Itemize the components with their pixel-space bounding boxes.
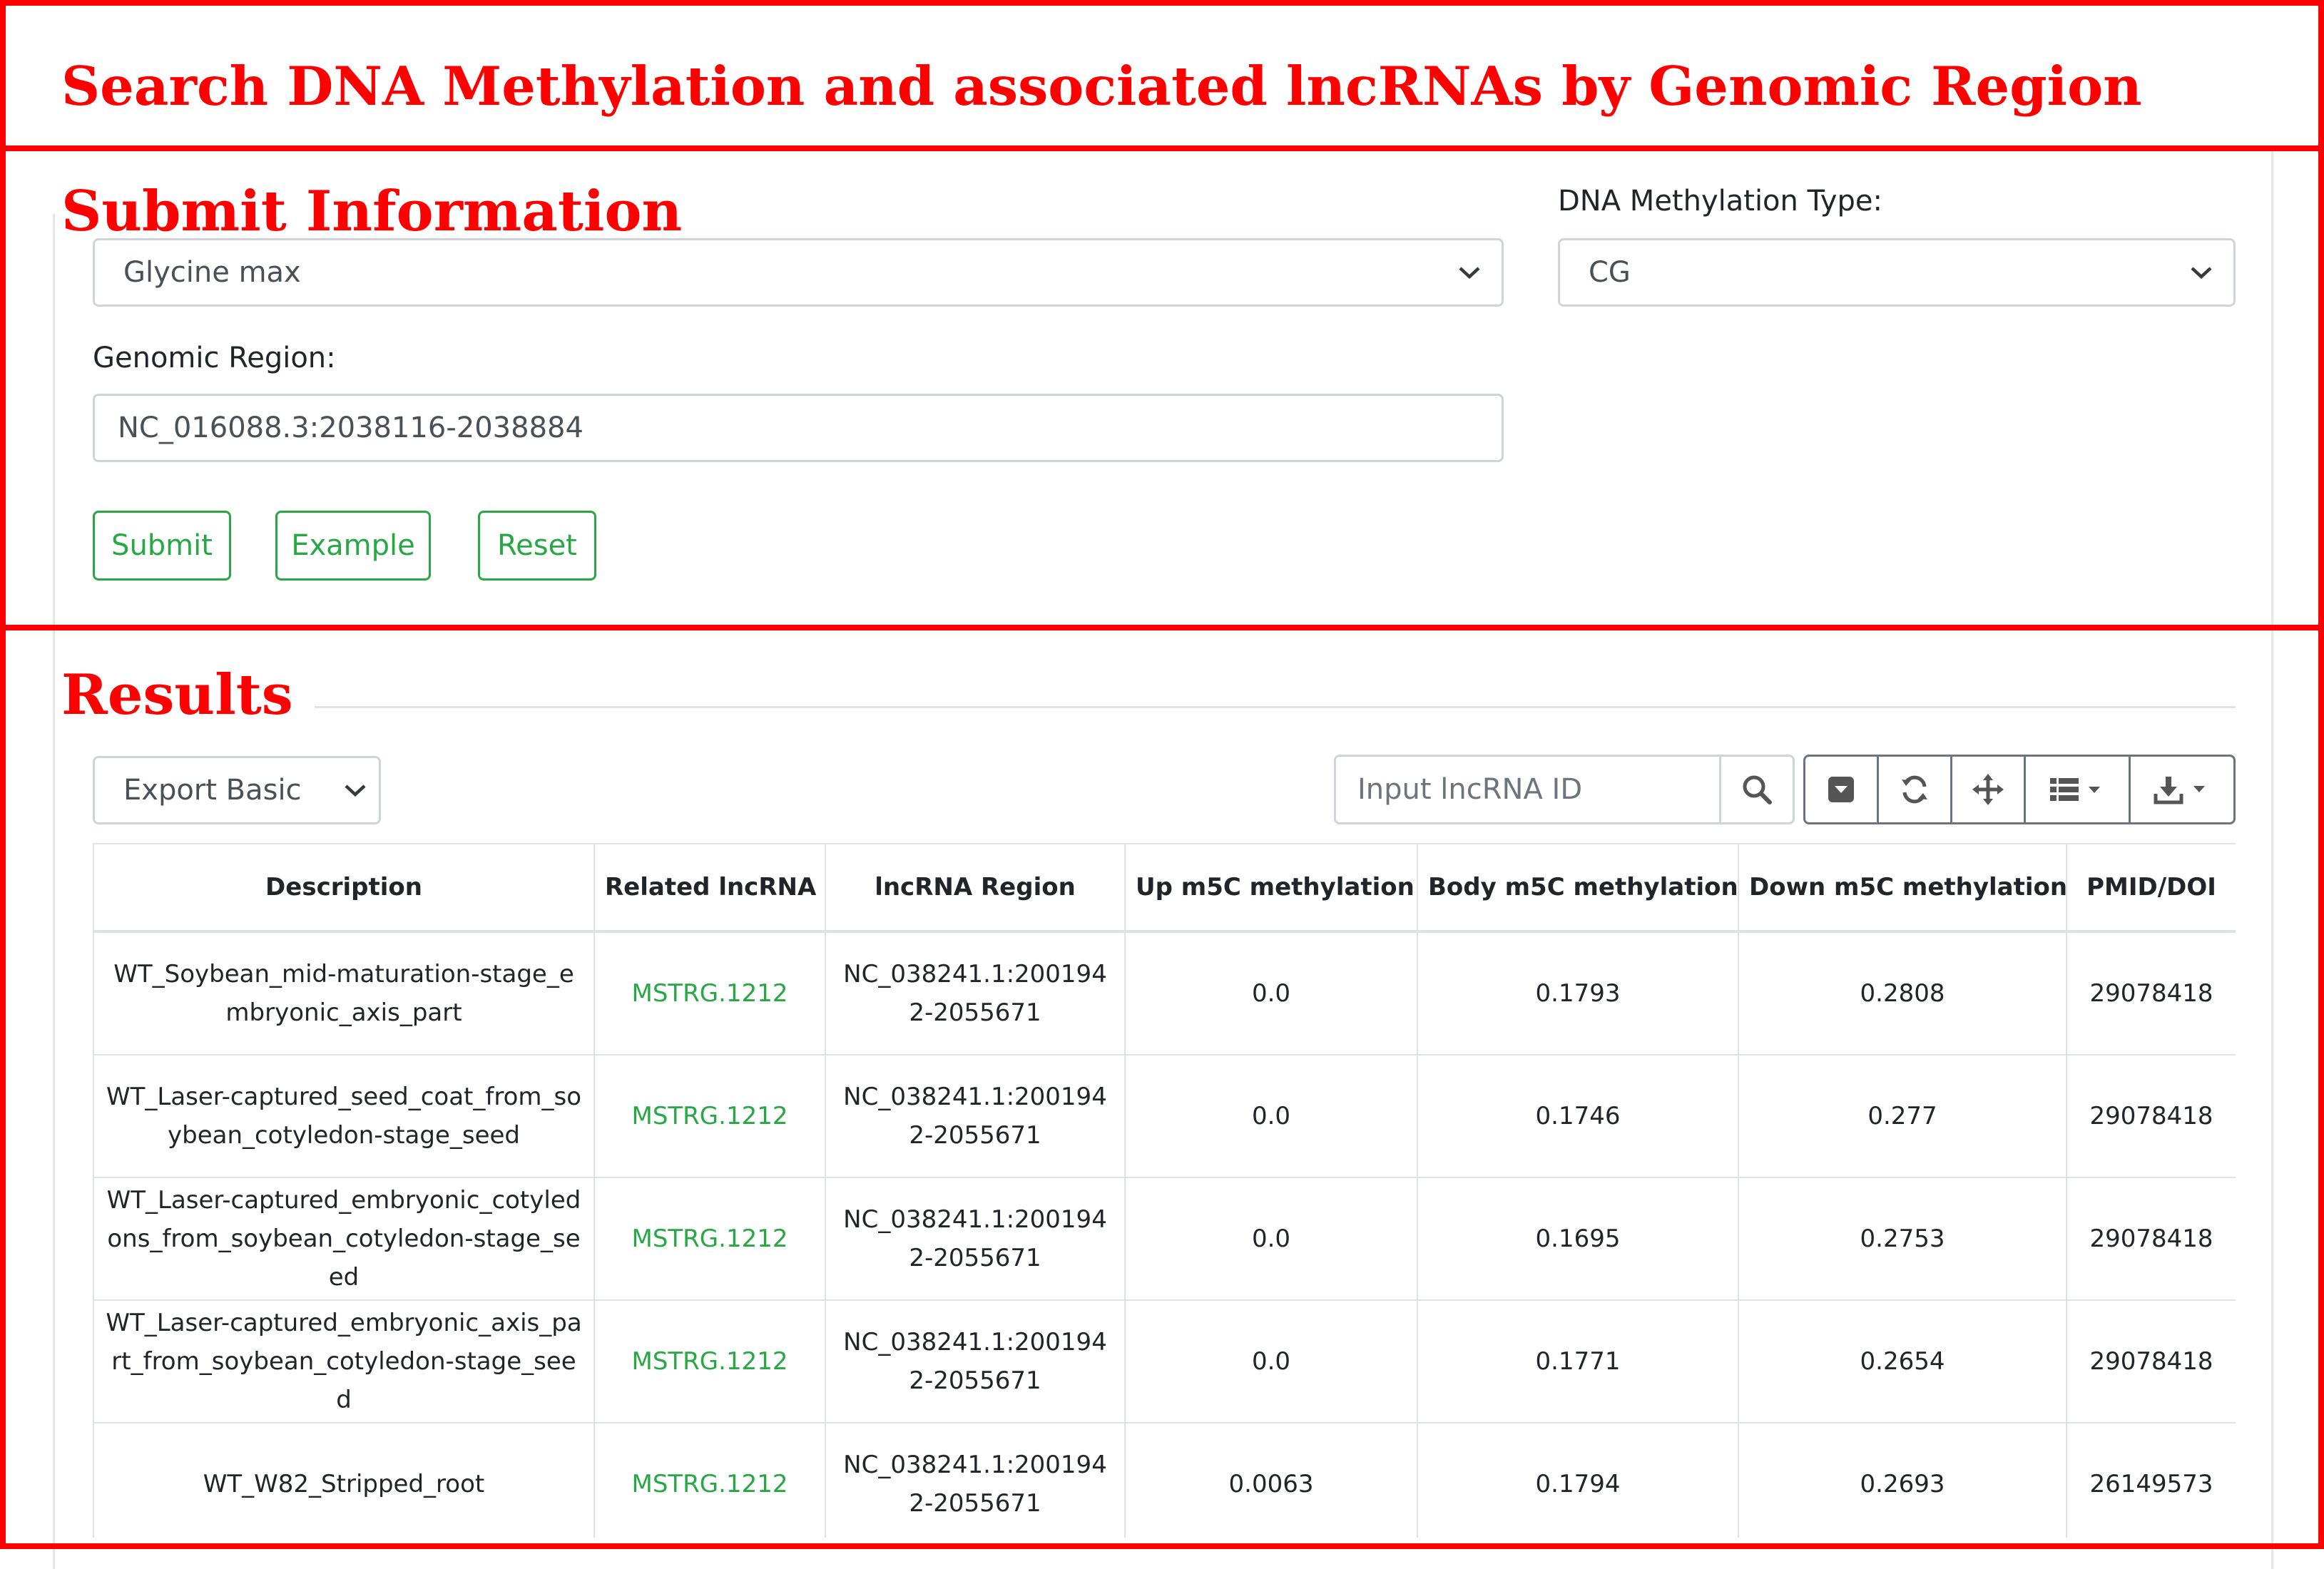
cell-body-m5c: 0.1794 bbox=[1417, 1422, 1739, 1538]
columns-icon bbox=[2050, 778, 2100, 801]
cell-related-lncrna: MSTRG.1212 bbox=[593, 931, 826, 1056]
cell-up-m5c: 0.0063 bbox=[1124, 1422, 1418, 1538]
cell-pmid-doi: 29078418 bbox=[2066, 1299, 2236, 1424]
column-header-down-m5c[interactable]: Down m5C methylation bbox=[1738, 843, 2067, 933]
species-select-value: Glycine max bbox=[123, 256, 301, 289]
results-table-container: Description Related lncRNA lncRNA Region… bbox=[93, 843, 2236, 1538]
refresh-button[interactable] bbox=[1877, 755, 1952, 824]
cell-down-m5c: 0.2693 bbox=[1738, 1422, 2067, 1538]
cell-up-m5c: 0.0 bbox=[1124, 931, 1418, 1056]
cell-related-lncrna: MSTRG.1212 bbox=[593, 1177, 826, 1301]
cell-up-m5c: 0.0 bbox=[1124, 1054, 1418, 1178]
cell-pmid-doi: 29078418 bbox=[2066, 931, 2236, 1056]
cell-body-m5c: 0.1793 bbox=[1417, 931, 1739, 1056]
cell-lncrna-region: NC_038241.1:2001942-2055671 bbox=[825, 1054, 1126, 1178]
lncrna-link[interactable]: MSTRG.1212 bbox=[632, 1225, 788, 1253]
cell-pmid-doi: 26149573 bbox=[2066, 1422, 2236, 1538]
column-header-lncrna-region[interactable]: lncRNA Region bbox=[825, 843, 1126, 933]
search-icon bbox=[1743, 775, 1772, 804]
toggle-view-button[interactable] bbox=[1803, 755, 1879, 824]
cell-pmid-doi: 29078418 bbox=[2066, 1177, 2236, 1301]
download-button[interactable] bbox=[2129, 755, 2236, 824]
cell-description: WT_Laser-captured_embryonic_cotyledons_f… bbox=[93, 1177, 595, 1301]
columns-button[interactable] bbox=[2024, 755, 2131, 824]
table-row: WT_W82_Stripped_root MSTRG.1212 NC_03824… bbox=[93, 1422, 2236, 1538]
cell-body-m5c: 0.1746 bbox=[1417, 1054, 1739, 1178]
cell-related-lncrna: MSTRG.1212 bbox=[593, 1422, 826, 1538]
column-header-up-m5c[interactable]: Up m5C methylation bbox=[1124, 843, 1418, 933]
cell-description: WT_Laser-captured_seed_coat_from_soybean… bbox=[93, 1054, 595, 1178]
cell-lncrna-region: NC_038241.1:2001942-2055671 bbox=[825, 1177, 1126, 1301]
toggle-icon bbox=[1828, 777, 1854, 802]
genomic-region-value: NC_016088.3:2038116-2038884 bbox=[118, 412, 583, 444]
results-section-annotation: Results bbox=[61, 668, 315, 723]
search-placeholder: Input lncRNA ID bbox=[1357, 773, 1583, 806]
column-header-description[interactable]: Description bbox=[93, 843, 595, 933]
column-header-pmid-doi[interactable]: PMID/DOI bbox=[2066, 843, 2236, 933]
cell-description: WT_Laser-captured_embryonic_axis_part_fr… bbox=[93, 1299, 595, 1424]
table-row: WT_Laser-captured_seed_coat_from_soybean… bbox=[93, 1054, 2236, 1178]
move-icon bbox=[1972, 774, 2004, 805]
cell-body-m5c: 0.1771 bbox=[1417, 1299, 1739, 1424]
column-header-related-lncrna[interactable]: Related lncRNA bbox=[593, 843, 826, 933]
export-select-value: Export Basic bbox=[123, 774, 302, 807]
table-header-row: Description Related lncRNA lncRNA Region… bbox=[93, 843, 2236, 933]
lncrna-link[interactable]: MSTRG.1212 bbox=[632, 1347, 788, 1376]
methylation-type-value: CG bbox=[1589, 256, 1631, 289]
genomic-region-input[interactable]: NC_016088.3:2038116-2038884 bbox=[93, 394, 1504, 462]
results-table: Description Related lncRNA lncRNA Region… bbox=[93, 843, 2236, 1538]
lncrna-link[interactable]: MSTRG.1212 bbox=[632, 1470, 788, 1498]
chevron-down-icon bbox=[345, 785, 366, 797]
cell-down-m5c: 0.2753 bbox=[1738, 1177, 2067, 1301]
fullscreen-button[interactable] bbox=[1950, 755, 2026, 824]
example-button[interactable]: Example bbox=[275, 511, 431, 581]
cell-related-lncrna: MSTRG.1212 bbox=[593, 1054, 826, 1178]
cell-related-lncrna: MSTRG.1212 bbox=[593, 1299, 826, 1424]
submit-section-annotation: Submit Information bbox=[61, 184, 704, 240]
export-select[interactable]: Export Basic bbox=[93, 756, 381, 824]
table-row: WT_Laser-captured_embryonic_cotyledons_f… bbox=[93, 1177, 2236, 1301]
cell-description: WT_Soybean_mid-maturation-stage_embryoni… bbox=[93, 931, 595, 1056]
cell-down-m5c: 0.2654 bbox=[1738, 1299, 2067, 1424]
species-select[interactable]: Glycine max bbox=[93, 238, 1504, 307]
table-row: WT_Laser-captured_embryonic_axis_part_fr… bbox=[93, 1299, 2236, 1424]
table-row: WT_Soybean_mid-maturation-stage_embryoni… bbox=[93, 931, 2236, 1056]
download-icon bbox=[2154, 777, 2205, 804]
submit-button[interactable]: Submit bbox=[93, 511, 231, 581]
column-header-body-m5c[interactable]: Body m5C methylation bbox=[1417, 843, 1739, 933]
search-button[interactable] bbox=[1719, 755, 1795, 824]
genomic-region-label: Genomic Region: bbox=[93, 342, 336, 374]
cell-down-m5c: 0.277 bbox=[1738, 1054, 2067, 1178]
chevron-down-icon bbox=[2191, 267, 2212, 280]
reset-button[interactable]: Reset bbox=[478, 511, 596, 581]
results-divider bbox=[93, 706, 2236, 708]
cell-up-m5c: 0.0 bbox=[1124, 1299, 1418, 1424]
lncrna-link[interactable]: MSTRG.1212 bbox=[632, 979, 788, 1008]
cell-lncrna-region: NC_038241.1:2001942-2055671 bbox=[825, 1422, 1126, 1538]
cell-description: WT_W82_Stripped_root bbox=[93, 1422, 595, 1538]
cell-body-m5c: 0.1695 bbox=[1417, 1177, 1739, 1301]
cell-down-m5c: 0.2808 bbox=[1738, 931, 2067, 1056]
cell-lncrna-region: NC_038241.1:2001942-2055671 bbox=[825, 931, 1126, 1056]
cell-pmid-doi: 29078418 bbox=[2066, 1054, 2236, 1178]
refresh-icon bbox=[1902, 775, 1927, 804]
methylation-type-label: DNA Methylation Type: bbox=[1558, 185, 1882, 218]
page-title-annotation: Search DNA Methylation and associated ln… bbox=[61, 55, 2142, 118]
chevron-down-icon bbox=[1459, 267, 1480, 280]
lncrna-link[interactable]: MSTRG.1212 bbox=[632, 1102, 788, 1130]
cell-lncrna-region: NC_038241.1:2001942-2055671 bbox=[825, 1299, 1126, 1424]
methylation-type-select[interactable]: CG bbox=[1558, 238, 2236, 307]
cell-up-m5c: 0.0 bbox=[1124, 1177, 1418, 1301]
lncrna-search-input[interactable]: Input lncRNA ID bbox=[1334, 755, 1722, 824]
